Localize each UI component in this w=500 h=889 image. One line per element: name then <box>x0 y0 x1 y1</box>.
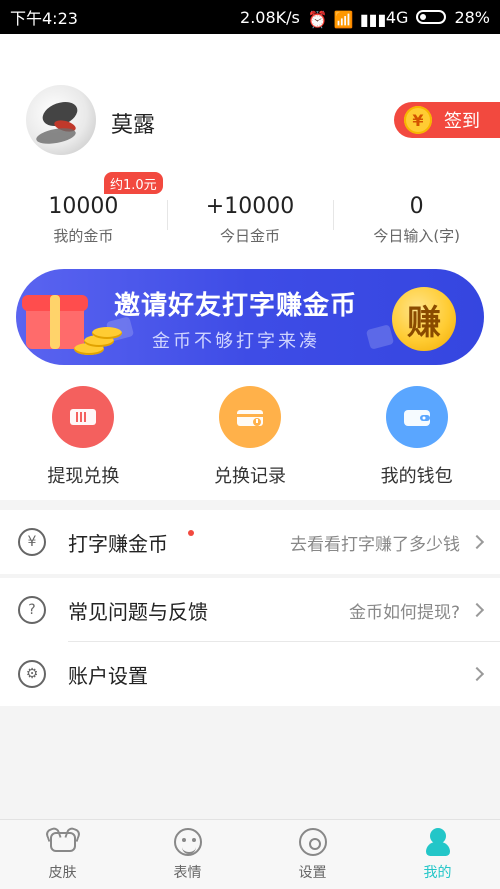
nav-label: 表情 <box>173 864 202 881</box>
profile-section: 莫露 ¥ 签到 约1.0元 10000 我的金币 +10000 今日金币 0 今… <box>0 34 500 500</box>
battery-icon <box>416 10 447 24</box>
action-label: 我的钱包 <box>380 466 453 487</box>
action-wallet[interactable]: 我的钱包 <box>347 386 487 498</box>
signin-button[interactable]: ¥ 签到 <box>394 102 500 138</box>
avatar[interactable] <box>26 85 96 155</box>
status-time: 下午4:23 <box>10 9 78 28</box>
yen-icon: ¥ <box>18 528 46 556</box>
action-label: 兑换记录 <box>213 466 286 487</box>
banner-subtitle: 金币不够打字来凑 <box>152 331 320 352</box>
earn-badge: 赚 <box>392 287 456 351</box>
chevron-right-icon <box>469 534 485 550</box>
coins-icon <box>74 327 122 357</box>
signal-icon: ▮▮▮ <box>359 10 387 29</box>
chevron-right-icon <box>469 602 485 618</box>
settings-icon: ⚙ <box>18 660 46 688</box>
chevron-right-icon <box>469 666 485 682</box>
avatar-art <box>35 125 77 147</box>
network-speed: 2.08K/s <box>240 7 300 27</box>
nav-me[interactable]: 我的 <box>375 820 500 889</box>
quick-actions: 提现兑换 兑换记录 我的钱包 <box>0 386 500 498</box>
action-withdraw[interactable]: 提现兑换 <box>13 386 153 498</box>
alarm-icon: ⏰ <box>307 10 328 29</box>
bottom-nav: 皮肤 表情 设置 我的 <box>0 819 500 889</box>
stat-value: 10000 <box>48 194 119 219</box>
nav-label: 皮肤 <box>48 864 77 881</box>
deco-tile <box>365 324 395 350</box>
coin-icon: ¥ <box>404 106 432 134</box>
stat-today-coins[interactable]: +10000 今日金币 <box>166 182 334 252</box>
wallet-icon <box>385 386 448 448</box>
nav-settings[interactable]: 设置 <box>250 820 375 889</box>
stats: 10000 我的金币 +10000 今日金币 0 今日输入(字) <box>0 182 500 252</box>
stat-value: +10000 <box>205 194 295 219</box>
stat-label: 我的金币 <box>53 227 114 245</box>
nav-skin[interactable]: 皮肤 <box>0 820 125 889</box>
network-type: 4G <box>385 7 409 27</box>
wifi-icon: 📶 <box>333 10 354 29</box>
battery-percent: 28% <box>454 7 490 27</box>
stat-value: 0 <box>409 194 424 219</box>
stat-label: 今日输入(字) <box>373 227 461 245</box>
stat-today-input[interactable]: 0 今日输入(字) <box>333 182 500 252</box>
row-subtitle: 金币如何提现? <box>348 602 460 623</box>
status-bar: 下午4:23 2.08K/s ⏰ 📶 ▮▮▮ 4G 28% <box>0 0 500 34</box>
gear-icon <box>296 827 330 856</box>
user-icon <box>421 827 455 856</box>
action-label: 提现兑换 <box>47 466 120 487</box>
question-icon: ? <box>18 596 46 624</box>
typing-earn-row[interactable]: ¥ 打字赚金币 去看看打字赚了多少钱 <box>0 510 500 574</box>
ticket-icon <box>52 386 115 448</box>
row-title: 常见问题与反馈 <box>68 599 208 624</box>
username[interactable]: 莫露 <box>111 107 155 139</box>
notification-dot <box>188 530 194 536</box>
nav-label: 我的 <box>423 864 452 881</box>
row-subtitle: 去看看打字赚了多少钱 <box>290 534 460 555</box>
list-settings: ? 常见问题与反馈 金币如何提现? ⚙ 账户设置 <box>0 578 500 706</box>
list-typing: ¥ 打字赚金币 去看看打字赚了多少钱 <box>0 510 500 574</box>
stat-label: 今日金币 <box>220 227 281 245</box>
faq-row[interactable]: ? 常见问题与反馈 金币如何提现? <box>0 578 500 642</box>
stat-my-coins[interactable]: 10000 我的金币 <box>0 182 167 252</box>
account-settings-row[interactable]: ⚙ 账户设置 <box>0 642 500 706</box>
row-title: 打字赚金币 <box>68 531 168 556</box>
card-history-icon <box>218 386 281 448</box>
gift-ribbon <box>50 295 60 349</box>
nav-label: 设置 <box>298 864 327 881</box>
status-right: 2.08K/s ⏰ 📶 ▮▮▮ 4G 28% <box>240 7 490 30</box>
emoji-icon <box>171 827 205 856</box>
invite-banner[interactable]: 邀请好友打字赚金币 金币不够打字来凑 赚 <box>16 269 484 365</box>
row-title: 账户设置 <box>68 663 148 688</box>
coin <box>92 327 122 339</box>
banner-title: 邀请好友打字赚金币 <box>114 291 358 321</box>
action-history[interactable]: 兑换记录 <box>180 386 320 498</box>
signin-label: 签到 <box>444 111 480 132</box>
nav-emoji[interactable]: 表情 <box>125 820 250 889</box>
skin-icon <box>46 828 80 856</box>
